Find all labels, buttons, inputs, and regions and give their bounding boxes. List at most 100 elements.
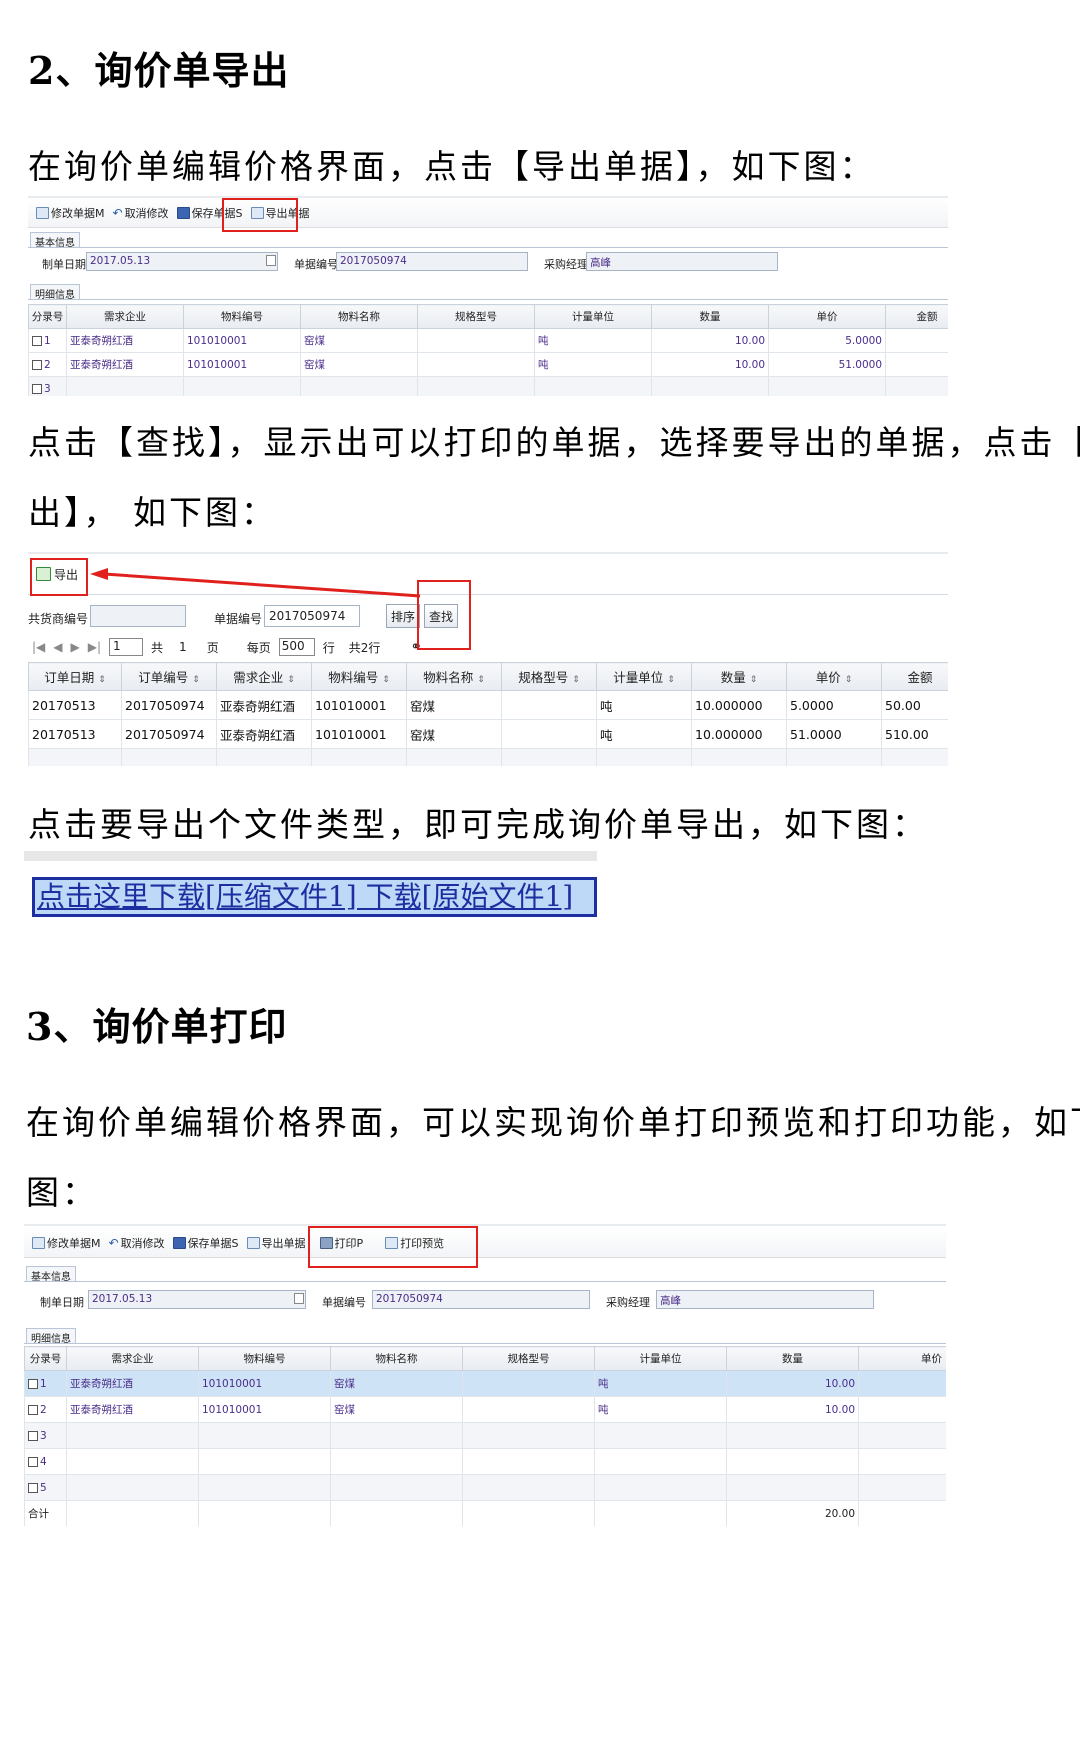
sort-icon[interactable]: ⇕: [750, 675, 758, 685]
column-header[interactable]: 规格型号: [462, 1346, 595, 1371]
column-header[interactable]: 单价 ⇕: [786, 662, 882, 691]
table-row[interactable]: 3: [28, 376, 948, 396]
column-header[interactable]: 计量单位: [534, 304, 652, 329]
column-header[interactable]: 数量: [726, 1346, 859, 1371]
column-header[interactable]: 物料名称: [300, 304, 418, 329]
table-cell: [28, 748, 122, 766]
row-checkbox[interactable]: [28, 1456, 38, 1467]
per-page-input[interactable]: 500: [278, 638, 315, 656]
row-index-cell[interactable]: 5: [24, 1474, 67, 1501]
table-cell: [462, 1474, 595, 1501]
column-header[interactable]: 需求企业 ⇕: [216, 662, 312, 691]
calendar-icon[interactable]: [294, 1293, 304, 1304]
calendar-icon[interactable]: [266, 255, 276, 266]
table-row[interactable]: 2 亚泰奇朔红酒 101010001 窑煤 吨 10.00: [24, 1396, 946, 1423]
cancel-edit-button[interactable]: ↶ 取消修改: [113, 205, 169, 221]
save-doc-button[interactable]: 保存单据S: [172, 1235, 239, 1251]
doc-no-field[interactable]: 2017050974: [336, 252, 528, 271]
supplier-input[interactable]: [90, 605, 186, 627]
column-header[interactable]: 订单编号 ⇕: [121, 662, 217, 691]
cancel-edit-button[interactable]: ↶ 取消修改: [109, 1235, 165, 1251]
row-checkbox[interactable]: [32, 335, 42, 346]
edit-doc-button[interactable]: 修改单据M: [32, 1235, 101, 1251]
column-header[interactable]: 规格型号: [417, 304, 535, 329]
tab-basic-info[interactable]: 基本信息: [26, 1266, 76, 1283]
table-cell[interactable]: 51.0000: [768, 352, 886, 377]
page-input[interactable]: 1: [109, 638, 144, 656]
column-header[interactable]: 物料编号 ⇕: [311, 662, 407, 691]
next-page-icon[interactable]: ▶: [71, 640, 80, 654]
row-index-cell[interactable]: 2: [24, 1396, 67, 1423]
sort-icon[interactable]: ⇕: [845, 675, 853, 685]
column-header[interactable]: 金额: [881, 662, 948, 691]
table-cell: [66, 376, 184, 396]
column-header[interactable]: 计量单位 ⇕: [596, 662, 692, 691]
column-header[interactable]: 规格型号 ⇕: [501, 662, 597, 691]
table-cell[interactable]: [858, 1396, 946, 1423]
table-row[interactable]: 1 亚泰奇朔红酒 101010001 窑煤 吨 10.00 5.0000: [28, 328, 948, 353]
row-checkbox[interactable]: [32, 359, 42, 370]
export-doc-button[interactable]: 导出单据: [246, 1235, 306, 1251]
table-cell[interactable]: 5.0000: [768, 328, 886, 353]
row-checkbox[interactable]: [32, 383, 42, 394]
doc-no-input[interactable]: 2017050974: [264, 605, 360, 627]
column-header[interactable]: 计量单位: [594, 1346, 727, 1371]
row-checkbox[interactable]: [28, 1430, 38, 1441]
row-index-cell[interactable]: 1: [24, 1370, 67, 1397]
sort-icon[interactable]: ⇕: [287, 675, 295, 685]
column-header[interactable]: 需求企业: [66, 1346, 199, 1371]
row-index: 1: [44, 334, 51, 347]
column-header[interactable]: 物料名称 ⇕: [406, 662, 502, 691]
date-field[interactable]: 2017.05.13: [88, 1290, 306, 1309]
tab-detail-info[interactable]: 明细信息: [30, 284, 80, 301]
prev-page-icon[interactable]: ◀: [53, 640, 62, 654]
column-header[interactable]: 数量: [651, 304, 769, 329]
tab-basic-info[interactable]: 基本信息: [30, 232, 80, 249]
first-page-icon[interactable]: |◀: [32, 640, 45, 654]
tab-detail-info[interactable]: 明细信息: [26, 1328, 76, 1345]
row-checkbox[interactable]: [28, 1378, 38, 1389]
column-header[interactable]: 物料名称: [330, 1346, 463, 1371]
table-cell: [198, 1422, 331, 1449]
column-header[interactable]: 单价: [768, 304, 886, 329]
table-row[interactable]: 20170513 2017050974 亚泰奇朔红酒 101010001 窑煤 …: [28, 719, 948, 749]
sort-icon[interactable]: ⇕: [572, 675, 580, 685]
table-row[interactable]: 3: [24, 1422, 946, 1449]
table-row[interactable]: 1 亚泰奇朔红酒 101010001 窑煤 吨 10.00: [24, 1370, 946, 1397]
manager-field[interactable]: 高峰: [586, 252, 778, 271]
sort-icon[interactable]: ⇕: [382, 675, 390, 685]
column-header[interactable]: 数量 ⇕: [691, 662, 787, 691]
download-link[interactable]: 点击这里下载[压缩文件1] 下载[原始文件1]: [32, 877, 597, 917]
row-checkbox[interactable]: [28, 1404, 38, 1415]
sort-icon[interactable]: ⇕: [477, 675, 485, 685]
row-index-cell[interactable]: 4: [24, 1448, 67, 1475]
manager-field[interactable]: 高峰: [656, 1290, 874, 1309]
edit-doc-button[interactable]: 修改单据M: [36, 205, 105, 221]
red-arrow-icon: [90, 568, 421, 598]
row-index-cell[interactable]: 3: [28, 376, 67, 396]
row-index-cell[interactable]: 3: [24, 1422, 67, 1449]
table-cell[interactable]: [858, 1370, 946, 1397]
date-field[interactable]: 2017.05.13: [86, 252, 278, 271]
row-index-cell[interactable]: 2: [28, 352, 67, 377]
table-row[interactable]: 5: [24, 1474, 946, 1501]
column-header[interactable]: 金额: [885, 304, 948, 329]
sort-icon[interactable]: ⇕: [98, 675, 106, 685]
doc-no-field[interactable]: 2017050974: [372, 1290, 590, 1309]
sort-icon[interactable]: ⇕: [192, 675, 200, 685]
last-page-icon[interactable]: ▶|: [88, 640, 101, 654]
row-index-cell[interactable]: 1: [28, 328, 67, 353]
sort-button[interactable]: 排序: [386, 604, 421, 628]
column-header[interactable]: 分录号: [24, 1346, 67, 1371]
table-row[interactable]: 2 亚泰奇朔红酒 101010001 窑煤 吨 10.00 51.0000: [28, 352, 948, 377]
table-row[interactable]: 4: [24, 1448, 946, 1475]
sort-icon[interactable]: ⇕: [667, 675, 675, 685]
row-checkbox[interactable]: [28, 1482, 38, 1493]
column-header[interactable]: 物料编号: [198, 1346, 331, 1371]
column-header[interactable]: 分录号: [28, 304, 67, 329]
column-header[interactable]: 物料编号: [183, 304, 301, 329]
column-header[interactable]: 需求企业: [66, 304, 184, 329]
column-header[interactable]: 订单日期 ⇕: [28, 662, 122, 691]
column-header[interactable]: 单价: [858, 1346, 946, 1371]
table-row[interactable]: 20170513 2017050974 亚泰奇朔红酒 101010001 窑煤 …: [28, 690, 948, 720]
